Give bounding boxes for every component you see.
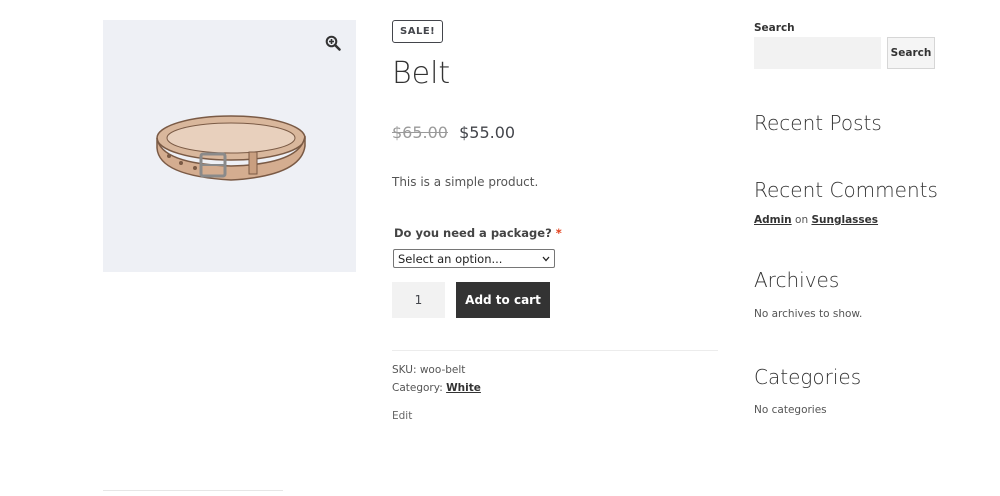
category-label: Category: <box>392 382 443 394</box>
edit-link[interactable]: Edit <box>392 410 412 422</box>
sale-price: $55.00 <box>459 123 516 142</box>
sku-label: SKU: <box>392 364 417 376</box>
comment-on-text: on <box>795 214 809 226</box>
recent-posts-heading: Recent Posts <box>754 111 882 135</box>
regular-price: $65.00 <box>392 123 448 142</box>
search-button[interactable]: Search <box>887 37 935 69</box>
quantity-input[interactable]: 1 <box>392 282 445 318</box>
meta-divider <box>392 350 718 351</box>
magnifier-plus-icon <box>325 35 341 51</box>
categories-heading: Categories <box>754 365 862 389</box>
categories-empty-text: No categories <box>754 404 827 416</box>
add-to-cart-button[interactable]: Add to cart <box>456 282 550 318</box>
sale-badge: SALE! <box>392 20 444 43</box>
search-label: Search <box>754 22 795 34</box>
package-label-text: Do you need a package? <box>394 226 552 240</box>
product-title: Belt <box>392 56 451 91</box>
package-select[interactable]: Select an option... <box>393 249 555 268</box>
sku-value: woo-belt <box>419 364 466 376</box>
product-price: $65.00 $55.00 <box>392 122 515 144</box>
archives-heading: Archives <box>754 268 840 292</box>
product-sku: SKU: woo-belt <box>392 364 465 376</box>
search-input[interactable] <box>754 37 881 69</box>
comment-post-link[interactable]: Sunglasses <box>811 214 878 226</box>
required-mark: * <box>555 226 562 240</box>
package-select-value: Select an option... <box>398 251 503 266</box>
short-description: This is a simple product. <box>392 175 539 189</box>
package-label: Do you need a package? * <box>394 226 562 240</box>
recent-comments-heading: Recent Comments <box>754 178 938 202</box>
belt-product-image <box>156 115 306 181</box>
zoom-button[interactable] <box>320 30 346 56</box>
divider <box>103 490 283 491</box>
comment-author-link[interactable]: Admin <box>754 214 792 226</box>
archives-empty-text: No archives to show. <box>754 308 863 320</box>
recent-comment-item: Admin on Sunglasses <box>754 214 878 226</box>
chevron-down-icon <box>542 256 550 261</box>
product-category: Category: White <box>392 382 481 394</box>
category-link[interactable]: White <box>446 382 481 394</box>
product-image[interactable] <box>103 20 356 272</box>
